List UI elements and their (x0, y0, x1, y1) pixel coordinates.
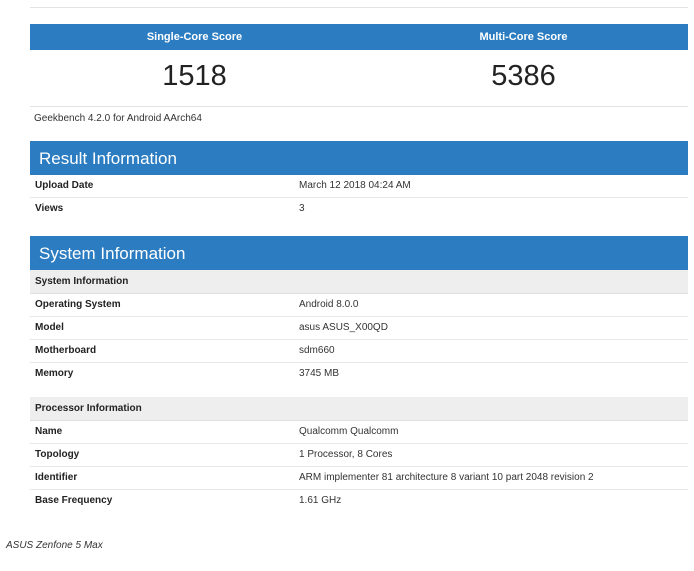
row-key: Motherboard (35, 345, 97, 356)
row-value: sdm660 (299, 345, 335, 356)
system-information-subheader: System Information (30, 270, 688, 294)
row-key: Model (35, 322, 64, 333)
row-value: 3745 MB (299, 368, 340, 379)
row-value: 1.61 GHz (299, 495, 342, 506)
processor-information-subheader: Processor Information (30, 397, 688, 421)
multi-core-label: Multi-Core Score (479, 31, 568, 43)
result-information-title: Result Information (30, 141, 688, 175)
row-key: Name (35, 426, 63, 437)
row-key: Base Frequency (35, 495, 113, 506)
geekbench-result-panel: Single-Core Score Multi-Core Score 1518 … (30, 0, 688, 512)
system-information-title: System Information (30, 236, 688, 270)
table-row: Identifier ARM implementer 81 architectu… (30, 467, 688, 490)
table-row: Base Frequency 1.61 GHz (30, 490, 688, 512)
table-row: Motherboard sdm660 (30, 340, 688, 363)
image-caption: ASUS Zenfone 5 Max (6, 540, 103, 551)
score-values: 1518 5386 (30, 50, 688, 107)
row-key: Operating System (35, 299, 121, 310)
row-value: ARM implementer 81 architecture 8 varian… (299, 472, 594, 483)
version-text: Geekbench 4.2.0 for Android AArch64 (34, 113, 202, 124)
row-key: Memory (35, 368, 74, 379)
row-value: March 12 2018 04:24 AM (299, 180, 411, 191)
table-row: Topology 1 Processor, 8 Cores (30, 444, 688, 467)
row-key: Views (35, 203, 64, 214)
table-row: Upload Date March 12 2018 04:24 AM (30, 175, 688, 198)
table-row: Operating System Android 8.0.0 (30, 294, 688, 317)
row-value: Qualcomm Qualcomm (299, 426, 399, 437)
row-value: 1 Processor, 8 Cores (299, 449, 393, 460)
multi-core-score: 5386 (491, 60, 556, 92)
row-value: 3 (299, 203, 305, 214)
row-value: asus ASUS_X00QD (299, 322, 388, 333)
row-key: Identifier (35, 472, 78, 483)
row-value: Android 8.0.0 (299, 299, 359, 310)
row-key: Topology (35, 449, 80, 460)
top-divider (30, 0, 688, 8)
table-row: Model asus ASUS_X00QD (30, 317, 688, 340)
single-core-label: Single-Core Score (146, 31, 243, 43)
single-core-score: 1518 (162, 60, 227, 92)
table-row: Memory 3745 MB (30, 363, 688, 385)
table-row: Name Qualcomm Qualcomm (30, 421, 688, 444)
table-row: Views 3 (30, 198, 688, 220)
score-header: Single-Core Score Multi-Core Score (30, 24, 688, 50)
row-key: Upload Date (35, 180, 94, 191)
